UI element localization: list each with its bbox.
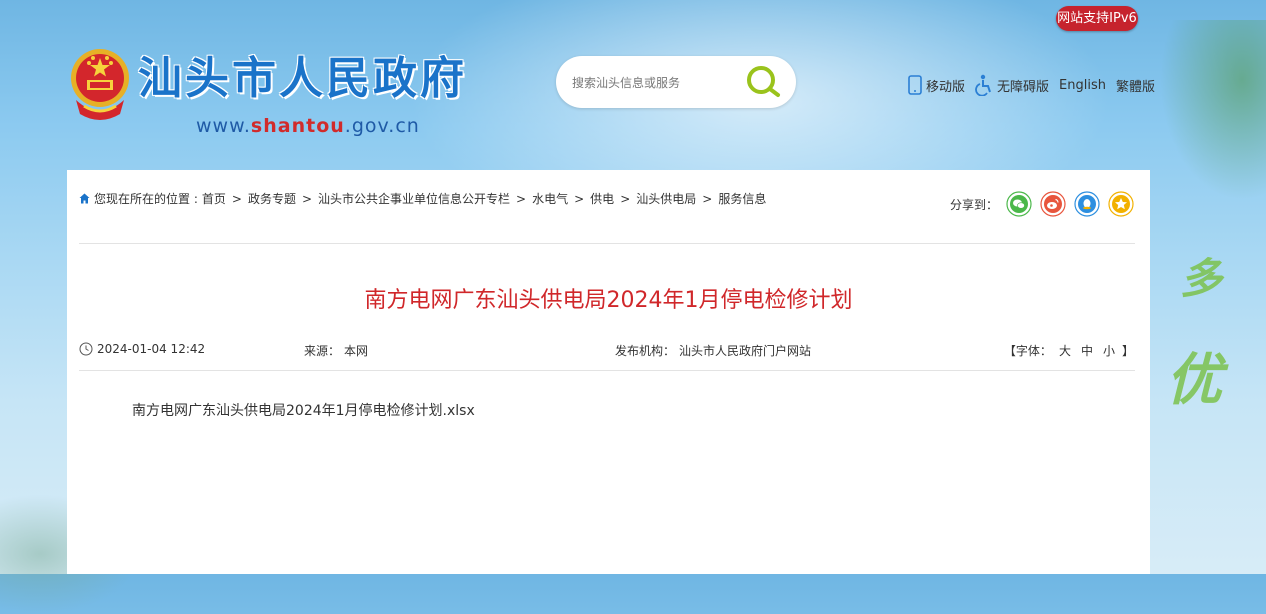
english-label: English	[1059, 77, 1106, 93]
decorative-calligraphy-1: 多	[1180, 254, 1223, 303]
qzone-share-icon[interactable]	[1108, 191, 1134, 217]
publisher-value: 汕头市人民政府门户网站	[679, 344, 812, 358]
ipv6-badge[interactable]: 网站支持IPv6	[1056, 6, 1138, 31]
qq-share-icon[interactable]	[1074, 191, 1100, 217]
font-size-label: 【字体：	[1003, 344, 1052, 358]
accessibility-link[interactable]: 无障碍版	[975, 74, 1049, 96]
font-size-control: 【字体： 大 中 小 】	[1004, 342, 1134, 359]
site-url-suffix: .gov.cn	[344, 115, 420, 137]
search-box	[556, 56, 796, 108]
publish-date-value: 2024-01-04 12:42	[97, 342, 206, 356]
site-url-prefix: www.	[196, 115, 251, 137]
source-info: 来源： 本网	[304, 342, 368, 359]
mobile-version-label: 移动版	[926, 79, 966, 95]
publisher-label: 发布机构：	[615, 344, 676, 358]
content-panel: 您现在所在的位置 : 首页 > 政务专题 > 汕头市公共企事业单位信息公开专栏 …	[67, 170, 1150, 574]
top-links: 移动版 无障碍版 English 繁體版	[908, 74, 1155, 96]
breadcrumb-separator: >	[620, 191, 631, 206]
mobile-version-link[interactable]: 移动版	[908, 75, 965, 95]
wechat-share-icon[interactable]	[1006, 191, 1032, 217]
font-size-medium-button[interactable]: 中	[1081, 342, 1093, 359]
traditional-chinese-link[interactable]: 繁體版	[1116, 76, 1155, 95]
breadcrumb-separator: >	[574, 191, 585, 206]
clock-icon	[79, 342, 93, 356]
source-label: 来源：	[304, 344, 341, 358]
share-label: 分享到：	[949, 197, 998, 212]
mobile-icon	[908, 75, 922, 95]
breadcrumb: 您现在所在的位置 : 首页 > 政务专题 > 汕头市公共企事业单位信息公开专栏 …	[79, 190, 766, 207]
breadcrumb-item-shantou-power-bureau[interactable]: 汕头供电局	[636, 190, 696, 207]
breadcrumb-prefix: 您现在所在的位置 :	[94, 192, 198, 206]
font-size-close: 】	[1121, 344, 1134, 358]
site-url-highlight: shantou	[250, 115, 345, 137]
search-button[interactable]	[742, 60, 786, 104]
source-value: 本网	[344, 344, 369, 358]
home-icon	[79, 193, 90, 204]
traditional-chinese-label: 繁體版	[1115, 79, 1155, 95]
share-bar: 分享到：	[950, 191, 1134, 217]
breadcrumb-item-government-topics[interactable]: 政务专题	[248, 190, 296, 207]
article-title: 南方电网广东汕头供电局2024年1月停电检修计划	[364, 288, 853, 313]
font-size-small-button[interactable]: 小	[1103, 342, 1115, 359]
breadcrumb-item-utilities[interactable]: 水电气	[532, 190, 568, 207]
site-title[interactable]: 汕头市人民政府	[138, 42, 467, 106]
weibo-share-icon[interactable]	[1040, 191, 1066, 217]
breadcrumb-item-home[interactable]: 首页	[202, 190, 226, 207]
breadcrumb-separator: >	[516, 191, 527, 206]
accessibility-icon	[975, 74, 991, 96]
breadcrumb-item-service-info[interactable]: 服务信息	[718, 190, 766, 207]
search-icon	[747, 66, 780, 97]
header-divider	[79, 243, 1135, 244]
publish-date: 2024-01-04 12:42	[79, 342, 205, 356]
breadcrumb-item-power-supply[interactable]: 供电	[590, 190, 614, 207]
accessibility-label: 无障碍版	[997, 79, 1050, 95]
breadcrumb-item-public-enterprise-column[interactable]: 汕头市公共企事业单位信息公开专栏	[318, 190, 510, 207]
search-input[interactable]	[570, 70, 744, 96]
publisher-info: 发布机构： 汕头市人民政府门户网站	[615, 342, 811, 359]
meta-divider	[79, 370, 1135, 371]
breadcrumb-separator: >	[301, 191, 313, 206]
national-emblem-icon	[70, 46, 130, 124]
attachment-link[interactable]: 南方电网广东汕头供电局2024年1月停电检修计划.xlsx	[132, 400, 475, 420]
decorative-calligraphy-2: 优	[1166, 347, 1222, 413]
palm-decoration	[1146, 20, 1266, 220]
site-url: www.shantou.gov.cn	[196, 115, 420, 137]
breadcrumb-separator: >	[231, 191, 242, 206]
breadcrumb-separator: >	[702, 191, 713, 206]
english-link[interactable]: English	[1059, 78, 1106, 93]
font-size-large-button[interactable]: 大	[1059, 342, 1071, 359]
